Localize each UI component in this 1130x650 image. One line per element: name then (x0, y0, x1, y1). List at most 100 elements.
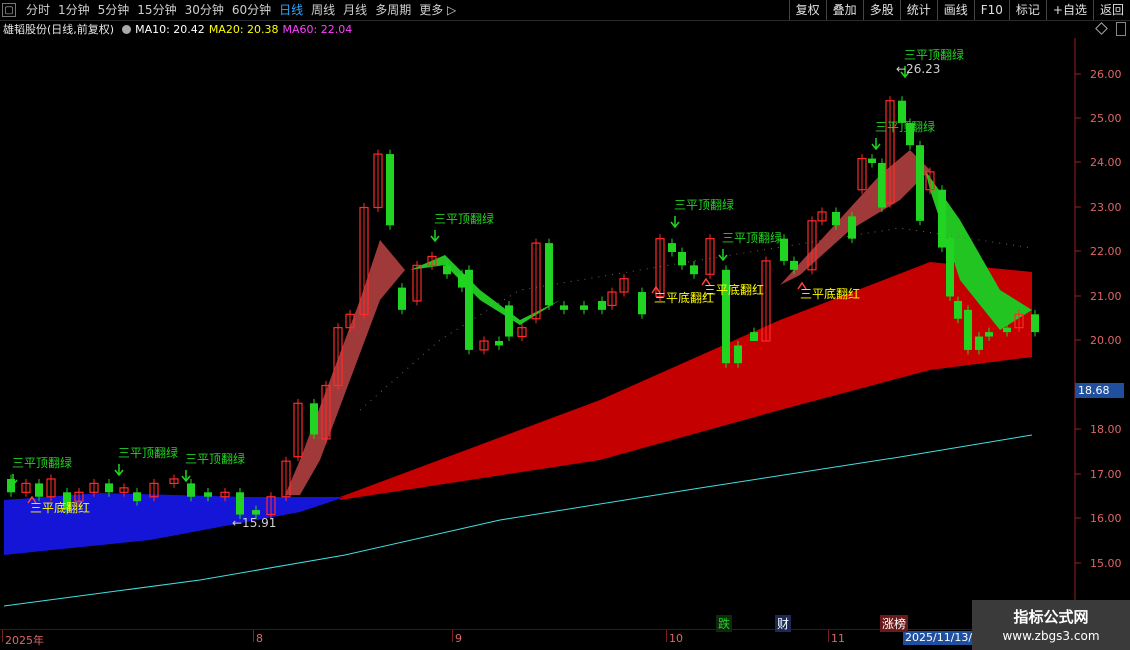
price-tick: 15.00 (1090, 557, 1122, 570)
candle-down (638, 292, 646, 315)
more-periods-button[interactable]: 更多 ▷ (415, 0, 460, 20)
top-signal-label: 三平顶翻绿 (674, 197, 734, 212)
current-date-flag: 2025/11/13/ (903, 631, 975, 645)
candle-down (946, 238, 954, 297)
candle-down (495, 341, 503, 346)
event-badge-finance[interactable]: 财 (775, 615, 792, 632)
candle-down (310, 403, 318, 435)
period-tab[interactable]: 30分钟 (181, 0, 228, 20)
down-arrow-icon (430, 230, 440, 243)
price-tick: 21.00 (1090, 290, 1122, 303)
back-button[interactable]: 返回 (1092, 0, 1130, 20)
candle-down (690, 265, 698, 275)
period-tab-daily[interactable]: 日线 (275, 0, 307, 20)
period-tab[interactable]: 月线 (339, 0, 371, 20)
top-signal-label: 三平顶翻绿 (722, 230, 782, 245)
candle-down (386, 154, 394, 226)
price-tick: 16.00 (1090, 512, 1122, 525)
f10-button[interactable]: F10 (973, 0, 1009, 20)
candle-down (204, 492, 212, 497)
candle-down (187, 483, 195, 497)
down-arrow-icon (181, 470, 191, 483)
period-tab[interactable]: 60分钟 (228, 0, 275, 20)
candle-down (832, 211, 840, 226)
date-tick-label: 2025年 (5, 634, 44, 647)
period-tab[interactable]: 15分钟 (133, 0, 180, 20)
candle-down (545, 243, 553, 306)
candle-down (236, 492, 244, 515)
candle-down (465, 269, 473, 350)
candle-down (985, 332, 993, 337)
kline-chart[interactable]: 三平顶翻绿三平顶翻绿 三平顶翻绿三平顶翻绿三平顶翻绿三平顶翻绿三平顶翻绿三平顶翻绿… (0, 38, 1130, 630)
candle-down (598, 300, 606, 310)
high-price-marker: ←26.23 (896, 62, 940, 76)
period-tab[interactable]: 周线 (307, 0, 339, 20)
bottom-signal-label: 三平底翻红 (800, 286, 860, 301)
ma60-value: MA60: 22.04 (282, 22, 353, 36)
price-tick: 18.00 (1090, 423, 1122, 436)
overlay-button[interactable]: 叠加 (825, 0, 863, 20)
candle-down (7, 478, 15, 493)
date-tick-label: 11 (831, 632, 845, 645)
price-tick: 23.00 (1090, 201, 1122, 214)
bottom-signal-label: 三平底翻红 (30, 500, 90, 515)
draw-button[interactable]: 画线 (936, 0, 974, 20)
price-tick: 17.00 (1090, 468, 1122, 481)
window-restore-icon[interactable]: ▢ (2, 3, 16, 17)
candle-down (1031, 314, 1039, 333)
stock-title: 雄韬股份(日线,前复权) (3, 23, 115, 36)
top-signal-label: 三平顶翻绿 (185, 451, 245, 466)
candle-down (938, 189, 946, 248)
low-price-marker: ←15.91 (232, 516, 276, 530)
period-bar: ▢ 分时 1分钟 5分钟 15分钟 30分钟 60分钟 日线 周线 月线 多周期… (2, 0, 460, 20)
event-badge-down[interactable]: 跌 (716, 615, 733, 632)
current-price-flag: 18.68 (1075, 383, 1124, 398)
diamond-icon[interactable] (1095, 22, 1108, 35)
settings-circle-icon[interactable] (122, 24, 132, 34)
add-watchlist-button[interactable]: +自选 (1045, 0, 1093, 20)
date-tick-label: 9 (455, 632, 462, 645)
panel-handle-icon[interactable] (1116, 22, 1126, 36)
candle-down (964, 309, 972, 350)
top-toolbar: ▢ 分时 1分钟 5分钟 15分钟 30分钟 60分钟 日线 周线 月线 多周期… (0, 0, 1130, 21)
period-tab[interactable]: 5分钟 (94, 0, 134, 20)
period-tab[interactable]: 1分钟 (54, 0, 94, 20)
down-arrow-icon (114, 464, 124, 477)
top-signal-label: 三平顶翻绿 (12, 455, 72, 470)
stats-button[interactable]: 统计 (899, 0, 937, 20)
ma10-value: MA10: 20.42 (135, 22, 205, 36)
multi-stock-button[interactable]: 多股 (862, 0, 900, 20)
adjust-button[interactable]: 复权 (788, 0, 826, 20)
candle-down (560, 305, 568, 310)
indicator-info-bar: 雄韬股份(日线,前复权) MA10: 20.42 MA20: 20.38 MA6… (0, 20, 1075, 38)
price-tick: 24.00 (1090, 156, 1122, 169)
candle-down (505, 305, 513, 337)
period-tab[interactable]: 分时 (22, 0, 54, 20)
candle-down (734, 345, 742, 364)
watermark: 指标公式网 www.zbgs3.com (972, 600, 1130, 650)
watermark-title: 指标公式网 (1013, 608, 1089, 626)
candle-down (790, 260, 798, 270)
watermark-url: www.zbgs3.com (1002, 629, 1100, 643)
candle-down (975, 336, 983, 350)
candle-down (848, 216, 856, 239)
top-signal-label: 三平顶翻绿 (434, 211, 494, 226)
top-signal-label: 三平顶翻绿 (875, 119, 935, 134)
short-band-rise (285, 240, 405, 495)
candle-down (105, 483, 113, 493)
mark-button[interactable]: 标记 (1008, 0, 1046, 20)
price-tick: 25.00 (1090, 112, 1122, 125)
price-tick: 20.00 (1090, 334, 1122, 347)
price-tick: 22.00 (1090, 245, 1122, 258)
bottom-signal-label: 三平底翻红 (704, 282, 764, 297)
ma20-value: MA20: 20.38 (208, 22, 279, 36)
candle-down (398, 287, 406, 310)
period-tab[interactable]: 多周期 (371, 0, 415, 20)
down-arrow-icon (871, 138, 881, 151)
candle-down (954, 300, 962, 319)
candle-down (678, 252, 686, 266)
down-arrow-icon (670, 216, 680, 229)
candle-down (133, 492, 141, 502)
candle-down (878, 163, 886, 208)
event-badge-top-list[interactable]: 涨榜 (880, 615, 909, 632)
